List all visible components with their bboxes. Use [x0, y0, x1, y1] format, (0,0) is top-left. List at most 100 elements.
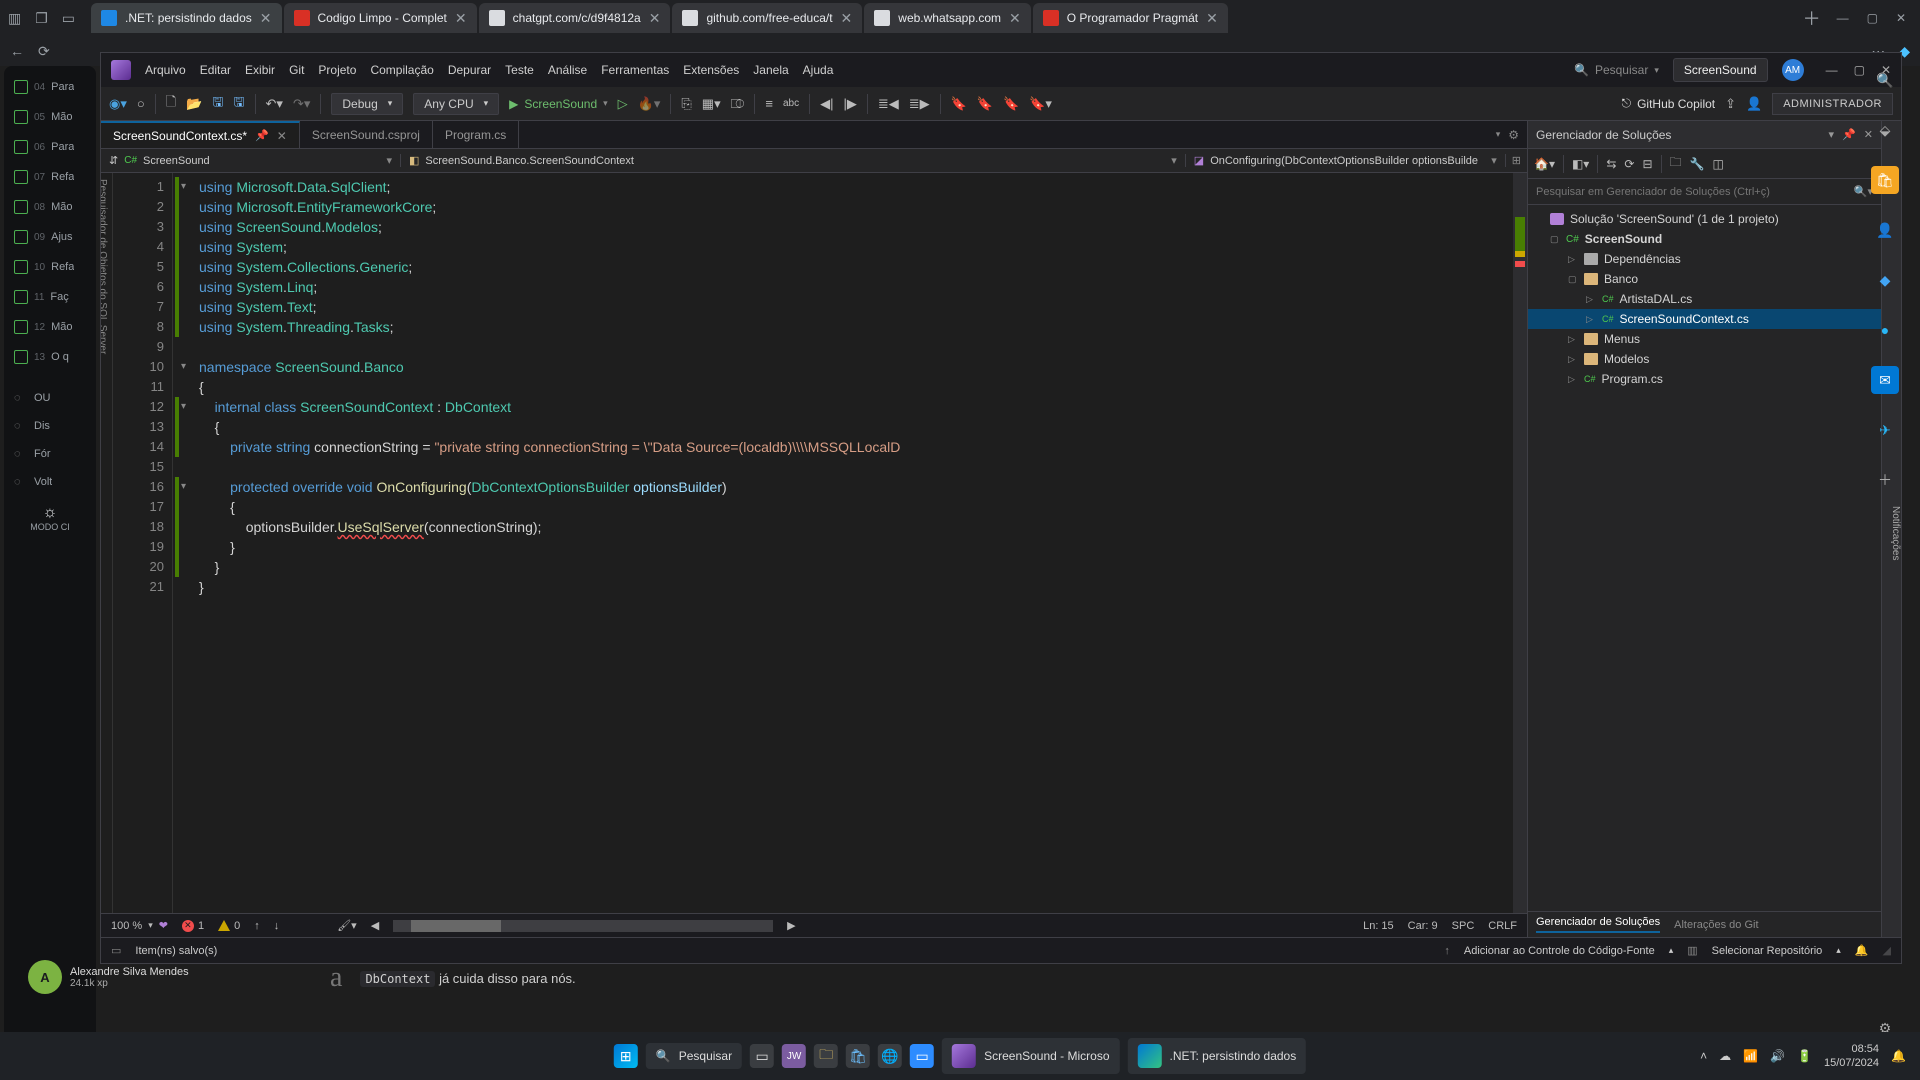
warning-count[interactable]: 0 — [218, 920, 240, 932]
bell-icon[interactable]: 🔔 — [1855, 944, 1869, 957]
abc-icon[interactable]: abc — [783, 98, 799, 109]
github-copilot-button[interactable]: ⎋GitHub Copilot — [1622, 96, 1716, 111]
sql-object-explorer-tab[interactable]: Pesquisador de Objetos do SQL Server — [101, 173, 113, 913]
start-nodebug-icon[interactable]: ▷ — [618, 96, 628, 112]
volume-icon[interactable]: 🔊 — [1770, 1049, 1785, 1063]
pin-icon[interactable]: 📌 — [1842, 128, 1856, 141]
menu-item[interactable]: Compilação — [370, 63, 433, 77]
file-context-node[interactable]: ▷C#ScreenSoundContext.cs — [1528, 309, 1881, 329]
sidebar-link[interactable]: ◌Volt — [8, 468, 92, 496]
course-step[interactable]: 06Para — [8, 132, 92, 162]
search-sidebar-icon[interactable]: 🔍 — [1871, 66, 1899, 94]
start-button[interactable]: ⊞ — [614, 1044, 638, 1068]
open-icon[interactable]: 📂 — [186, 96, 202, 112]
solution-tree[interactable]: Solução 'ScreenSound' (1 de 1 projeto) ▢… — [1528, 205, 1881, 911]
document-tab[interactable]: ScreenSound.csproj — [300, 121, 433, 148]
solution-search[interactable]: 🔍▾ — [1528, 179, 1881, 205]
dependencies-node[interactable]: ▷Dependências — [1528, 249, 1881, 269]
h-scrollbar[interactable] — [393, 920, 773, 932]
file-artistadal-node[interactable]: ▷C#ArtistaDAL.cs — [1528, 289, 1881, 309]
save-all-icon[interactable]: 🖫 — [233, 93, 244, 115]
menu-item[interactable]: Depurar — [448, 63, 491, 77]
brush-icon[interactable]: 🖌▾ — [337, 919, 357, 932]
code-editor[interactable]: Pesquisador de Objetos do SQL Server 123… — [101, 173, 1527, 913]
hscroll-right-icon[interactable]: ▶ — [787, 919, 795, 932]
bookmark-next-icon[interactable]: 🔖 — [1003, 96, 1019, 112]
course-step[interactable]: 11Faç — [8, 282, 92, 312]
telegram-sidebar-icon[interactable]: ✈ — [1871, 416, 1899, 444]
window-close-icon[interactable]: ✕ — [1896, 11, 1906, 25]
window-minimize-icon[interactable]: — — [1837, 11, 1849, 25]
sync-doc-icon[interactable]: ⇆ — [1606, 157, 1616, 171]
outdent-icon[interactable]: ≣◀ — [878, 96, 899, 112]
refresh-soln-icon[interactable]: ⟳ — [1624, 157, 1634, 171]
feedback-icon[interactable]: 👤 — [1746, 96, 1762, 112]
course-step[interactable]: 08Mão — [8, 192, 92, 222]
add-sidebar-icon[interactable]: ＋ — [1871, 466, 1899, 494]
file-program-node[interactable]: ▷C#Program.cs — [1528, 369, 1881, 389]
add-source-control-button[interactable]: Adicionar ao Controle do Código-Fonte — [1464, 945, 1655, 957]
tray-chevron-icon[interactable]: ˄ — [1700, 1049, 1707, 1063]
menu-item[interactable]: Janela — [753, 63, 788, 77]
skype-sidebar-icon[interactable]: ● — [1871, 316, 1899, 344]
shopping-sidebar-icon[interactable]: 🛍 — [1871, 166, 1899, 194]
refresh-icon[interactable]: ⟳ — [38, 43, 50, 60]
undo-icon[interactable]: ↶▾ — [266, 96, 283, 112]
layout-icon[interactable]: ▦▾ — [702, 96, 721, 112]
nav-member-dropdown[interactable]: ◪ OnConfiguring(DbContextOptionsBuilder … — [1186, 154, 1506, 167]
document-tab[interactable]: ScreenSoundContext.cs*📌✕ — [101, 121, 300, 148]
output-icon[interactable]: ▭ — [111, 944, 121, 957]
battery-icon[interactable]: 🔋 — [1797, 1049, 1812, 1063]
course-step[interactable]: 04Para — [8, 72, 92, 102]
error-count[interactable]: ✕1 — [182, 920, 204, 932]
tab-close-icon[interactable]: ✕ — [260, 10, 272, 27]
solution-search-input[interactable] — [1536, 186, 1848, 198]
course-step[interactable]: 05Mão — [8, 102, 92, 132]
solution-root-node[interactable]: Solução 'ScreenSound' (1 de 1 projeto) — [1528, 209, 1881, 229]
browser-tab[interactable]: O Programador Pragmát✕ — [1033, 3, 1228, 33]
hotreload-icon[interactable]: 🔥▾ — [638, 96, 661, 112]
platform-dropdown[interactable]: Any CPU▾ — [413, 93, 499, 115]
switch-view-icon[interactable]: ◧▾ — [1572, 157, 1589, 171]
zoom-icon[interactable]: ▭ — [910, 1044, 934, 1068]
back-icon[interactable]: ← — [10, 43, 24, 59]
nav-class-dropdown[interactable]: ◧ ScreenSound.Banco.ScreenSoundContext▾ — [401, 154, 1186, 167]
course-step[interactable]: 13O q — [8, 342, 92, 372]
start-debug-button[interactable]: ▶ScreenSound▾ — [509, 97, 608, 111]
hscroll-left-icon[interactable]: ◀ — [371, 919, 379, 932]
account-avatar[interactable]: AM — [1782, 59, 1804, 81]
person-sidebar-icon[interactable]: 👤 — [1871, 216, 1899, 244]
show-all-icon[interactable]: 🗀 — [1670, 153, 1682, 174]
browser-tab[interactable]: chatgpt.com/c/d9f4812a✕ — [479, 3, 671, 33]
taskbar-vs-window[interactable]: ScreenSound - Microso — [942, 1038, 1119, 1074]
col-indicator[interactable]: Car: 9 — [1408, 920, 1438, 932]
sidebar-link[interactable]: ◌OU — [8, 384, 92, 412]
line-indicator[interactable]: Ln: 15 — [1363, 920, 1394, 932]
cube-icon[interactable]: ❐ — [35, 10, 48, 27]
soln-tab-explorer[interactable]: Gerenciador de Soluções — [1536, 916, 1660, 933]
clock[interactable]: 08:54 15/07/2024 — [1824, 1042, 1879, 1070]
collapse-icon[interactable]: ⊟ — [1642, 157, 1652, 171]
new-item-icon[interactable]: 🗋 — [166, 93, 176, 115]
menu-item[interactable]: Projeto — [318, 63, 356, 77]
menu-item[interactable]: Arquivo — [145, 63, 186, 77]
sidebar-link[interactable]: ◌Fór — [8, 440, 92, 468]
tab-close-icon[interactable]: ✕ — [841, 10, 853, 27]
notifications-tray-icon[interactable]: 🔔 — [1891, 1049, 1906, 1063]
course-step[interactable]: 07Refa — [8, 162, 92, 192]
course-step[interactable]: 12Mão — [8, 312, 92, 342]
file-explorer-icon[interactable]: 🗀 — [814, 1044, 838, 1068]
tab-overview-icon[interactable]: ▥ — [8, 10, 21, 27]
properties-icon[interactable]: 🔧 — [1690, 157, 1705, 171]
bookmark-prev-icon[interactable]: 🔖 — [977, 96, 993, 112]
system-tray[interactable]: ˄ ☁ 📶 🔊 🔋 08:54 15/07/2024 🔔 — [1700, 1042, 1906, 1070]
tab-close-icon[interactable]: ✕ — [1206, 10, 1218, 27]
soln-tab-git[interactable]: Alterações do Git — [1674, 919, 1758, 931]
tab-dropdown-icon[interactable]: ▾ — [1496, 129, 1501, 140]
bookmark-clear-icon[interactable]: 🔖▾ — [1029, 96, 1052, 112]
sidebar-link[interactable]: ◌Dis — [8, 412, 92, 440]
course-step[interactable]: 10Refa — [8, 252, 92, 282]
windows-icon[interactable]: ▭ — [62, 10, 75, 27]
menu-item[interactable]: Git — [289, 63, 304, 77]
solution-pill[interactable]: ScreenSound — [1673, 58, 1768, 82]
